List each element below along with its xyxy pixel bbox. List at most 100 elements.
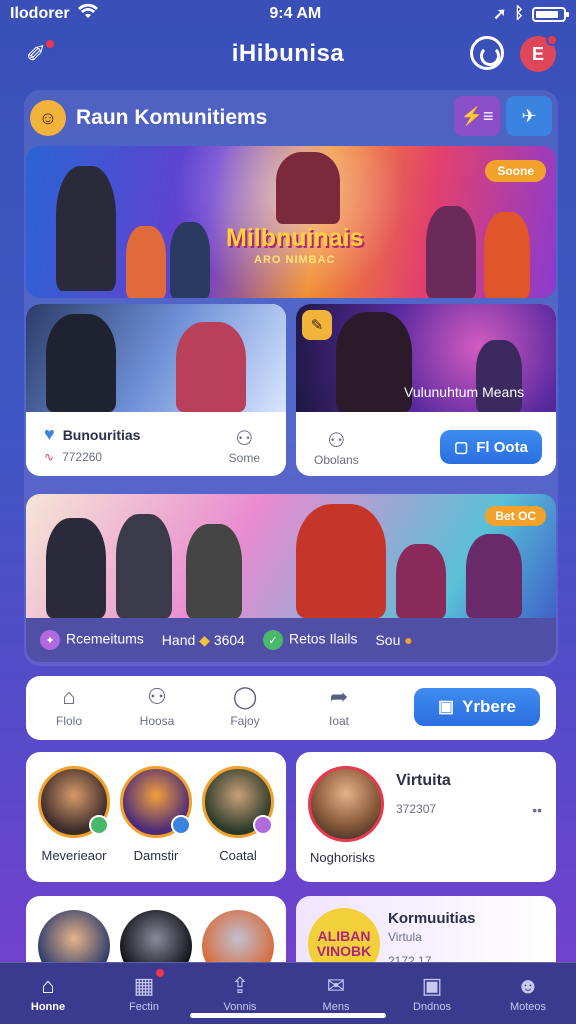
pulse-icon: ∿	[44, 450, 55, 464]
bottom-card-number: 2172 17	[388, 954, 432, 962]
wide-card-footer: ✦ Rcemeitums Hand ◆ 3604 ✓ Retos Ilails So…	[26, 618, 556, 662]
bottom-card-right[interactable]: ALIBAN VINOBK Kormuuitias Virtula 2172 1…	[296, 896, 556, 962]
section-actions: ⚡≡ ✈	[454, 96, 552, 136]
banner-tag[interactable]: Soone	[485, 160, 546, 182]
heart-icon: ♥	[44, 424, 55, 444]
chat-icon: ✉	[326, 972, 346, 998]
banner-figure	[170, 222, 210, 298]
card-figure	[476, 340, 522, 412]
community-section: ☺ Raun Komunitiems ⚡≡ ✈ Milbnuinais ARO …	[24, 90, 558, 666]
featured-title: Virtuita	[396, 772, 451, 789]
card-title-row: ♥ Bunouritias	[44, 424, 140, 445]
wide-mid-item: Hand ◆ 3604	[162, 632, 245, 649]
home-indicator[interactable]	[190, 1013, 386, 1018]
banner-figure	[126, 226, 166, 298]
quick-nav-cta-button[interactable]: ▣ Yrbere	[414, 688, 540, 726]
featured-avatar	[308, 766, 384, 842]
wide-mid-label: Hand	[161, 631, 196, 648]
wide-more-item[interactable]: Sou ●	[375, 632, 412, 648]
timer-button[interactable]	[470, 36, 504, 70]
featured-wide-card[interactable]: Bet OC ✦ Rcemeitums Hand ◆ 3604 ✓ Retos Il…	[26, 494, 556, 662]
wide-figure	[296, 504, 386, 618]
community-seal-logo: ALIBAN VINOBK	[308, 908, 380, 962]
card-figure	[176, 322, 246, 412]
content-scroll[interactable]: ☺ Raun Komunitiems ⚡≡ ✈ Milbnuinais ARO …	[0, 80, 576, 962]
wide-tag[interactable]: Bet OC	[485, 506, 546, 526]
avatar-dot	[546, 34, 558, 46]
wide-left-label: Rcemeitums	[66, 630, 144, 647]
tab-events[interactable]: ▦ Fectin	[96, 963, 192, 1024]
banner-headline: Milbnuinais	[226, 224, 364, 252]
wide-card-image: Bet OC	[26, 494, 556, 618]
banner-figure	[484, 212, 530, 298]
groups-card: Meverieaor Damstir Coatal	[26, 752, 286, 882]
share-icon: ➦	[329, 684, 349, 709]
banner-figure	[426, 206, 476, 298]
banner-figure	[276, 152, 340, 224]
tab-box[interactable]: ▣ Dndnos	[384, 963, 480, 1024]
battery-icon	[532, 6, 569, 22]
wide-figure	[46, 518, 106, 618]
badge-icon	[253, 815, 273, 835]
group-avatar[interactable]	[202, 766, 274, 838]
banner-figure	[56, 166, 116, 291]
card-cta-button[interactable]: ▢ Fl Oota	[440, 430, 542, 464]
group-avatar[interactable]	[38, 766, 110, 838]
wide-right-item[interactable]: ✓ Retos Ilails	[262, 630, 357, 650]
group-label: Meverieaor	[41, 848, 107, 863]
section-header: ☺ Raun Komunitiems ⚡≡ ✈	[30, 96, 552, 140]
quick-nav-item-3[interactable]: ➦ Ioat	[304, 684, 374, 728]
status-bar: Ilodorer 9:4 AM ➚ ᛒ	[0, 0, 576, 28]
avatar-initial: E	[531, 43, 544, 64]
tab-label: Dndnos	[413, 1000, 451, 1013]
pin-button[interactable]: ✐	[18, 36, 56, 72]
group-avatar[interactable]	[120, 766, 192, 838]
carrier-label: Ilodorer	[10, 5, 70, 22]
quick-nav-card: ⌂ Flolo ⚇ Hoosa ◯ Fajoy ➦ Ioat ▣ Yrbere	[26, 676, 556, 740]
group-label: Coatal	[219, 848, 257, 863]
filter-button[interactable]: ⚡≡	[454, 96, 500, 136]
quick-nav-cta-label: Yrbere	[462, 697, 516, 716]
badge-icon	[171, 815, 191, 835]
bottom-card-left[interactable]	[26, 896, 286, 962]
card-left-action[interactable]: ⚇ Obolans	[314, 428, 359, 467]
card-figure	[46, 314, 116, 412]
hero-banner[interactable]: Milbnuinais ARO NIMBAC Soone	[26, 146, 556, 298]
tab-home[interactable]: ⌂ Honne	[0, 963, 96, 1024]
quick-nav-label: Ioat	[328, 714, 349, 728]
profile-avatar-button[interactable]: E	[520, 34, 558, 72]
frame-icon: ▣	[438, 697, 455, 716]
diamond-icon: ◆	[199, 631, 210, 648]
calendar-icon: ▦	[133, 972, 155, 998]
home-outline-icon: ⌂	[62, 684, 76, 709]
featured-profile-card[interactable]: Virtuita 372307 •• Noghorisks	[296, 752, 556, 882]
check-icon: ✓	[262, 630, 283, 650]
card-title: Bunouritias	[62, 426, 141, 443]
quick-nav-item-2[interactable]: ◯ Fajoy	[210, 684, 280, 728]
card-image	[26, 304, 286, 412]
circle-icon: ◯	[232, 684, 258, 709]
upload-icon: ⇪	[230, 972, 250, 998]
quick-nav-label: Fajoy	[230, 714, 260, 728]
featured-name: Noghorisks	[310, 850, 376, 865]
app-bar: ✐ iHibunisa E	[0, 28, 576, 80]
person-icon: ☻	[516, 972, 540, 998]
wide-more-label: Sou	[375, 632, 401, 648]
bottom-avatar	[202, 910, 274, 962]
community-card-right[interactable]: ✎ Vulunuhtum Means ⚇ Obolans ▢ Fl Oota	[296, 304, 556, 476]
tab-label: Fectin	[129, 1000, 159, 1013]
wide-left-item[interactable]: ✦ Rcemeitums	[40, 630, 144, 650]
square-icon: ▢	[454, 439, 469, 456]
more-button[interactable]: ••	[532, 802, 542, 818]
quick-nav-item-0[interactable]: ⌂ Flolo	[34, 684, 104, 728]
card-figure	[336, 312, 412, 412]
send-icon: ✈	[521, 105, 537, 126]
wide-figure	[186, 524, 242, 618]
card-action[interactable]: ⚇ Some	[229, 426, 260, 465]
tab-profile[interactable]: ☻ Moteos	[480, 963, 576, 1024]
quick-nav-item-1[interactable]: ⚇ Hoosa	[122, 684, 192, 728]
bottom-card-subtitle: Virtula	[388, 930, 422, 944]
send-button[interactable]: ✈	[506, 96, 552, 136]
community-card-left[interactable]: ♥ Bunouritias ∿ 772260 ⚇ Some	[26, 304, 286, 476]
home-icon: ⌂	[41, 972, 55, 998]
